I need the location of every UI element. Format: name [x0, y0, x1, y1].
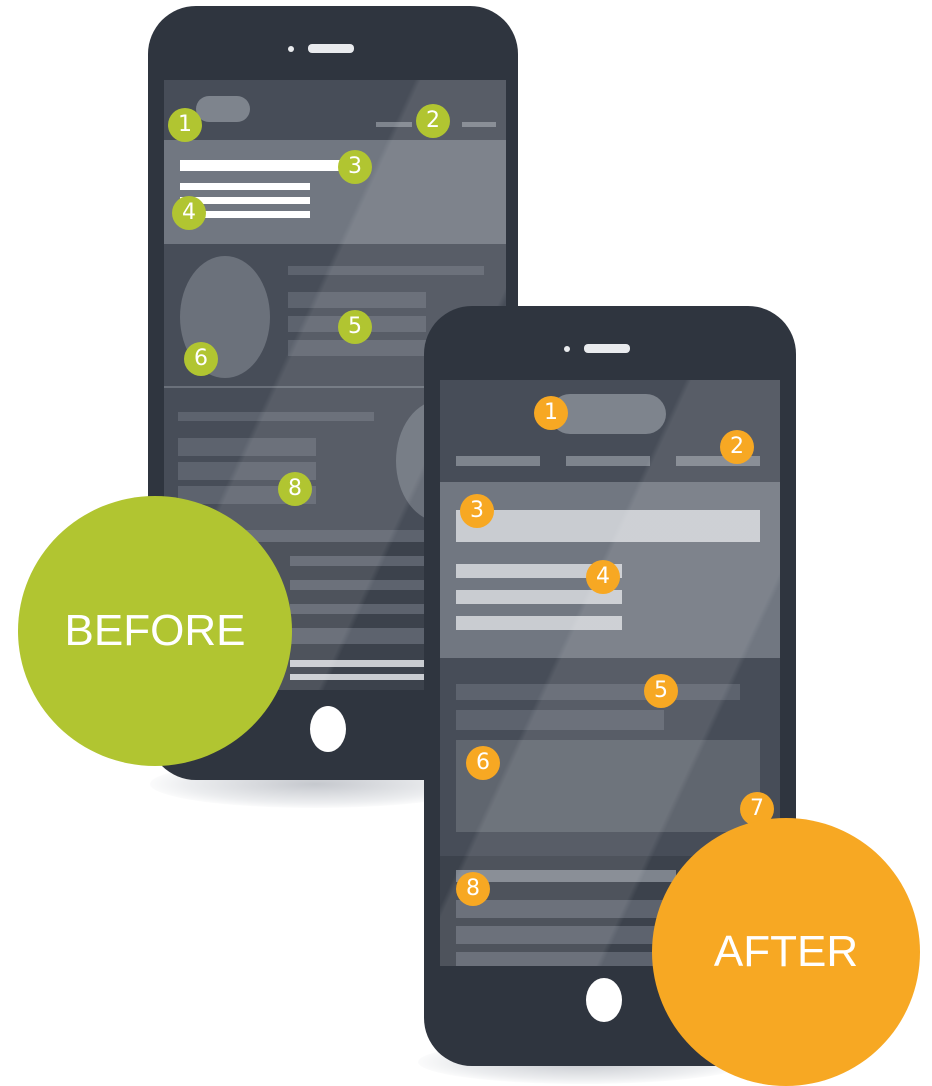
before-label: BEFORE	[18, 496, 292, 766]
hero-title-placeholder	[180, 160, 346, 171]
home-button-icon	[310, 706, 346, 752]
content-line	[178, 412, 374, 421]
footer-line	[456, 952, 676, 966]
after-badge-2: 2	[720, 430, 754, 464]
after-badge-4: 4	[586, 560, 620, 594]
before-badge-6: 6	[184, 342, 218, 376]
home-button-icon	[586, 978, 622, 1022]
after-label: AFTER	[652, 818, 920, 1086]
camera-icon	[288, 46, 294, 52]
camera-icon	[564, 346, 570, 352]
after-badge-8: 8	[456, 872, 490, 906]
content-line	[456, 710, 664, 730]
logo-placeholder	[196, 96, 250, 122]
nav-placeholder	[456, 456, 540, 466]
content-line	[288, 266, 484, 275]
hero-title-placeholder	[456, 510, 760, 542]
after-badge-1: 1	[534, 396, 568, 430]
before-badge-5: 5	[338, 310, 372, 344]
hero-text-line	[456, 616, 622, 630]
content-line	[178, 438, 316, 456]
speaker-icon	[584, 344, 630, 353]
before-badge-4: 4	[172, 196, 206, 230]
before-badge-8: 8	[278, 472, 312, 506]
footer-line	[456, 870, 676, 882]
content-line	[288, 292, 426, 308]
footer-line	[456, 900, 676, 918]
footer-line	[456, 926, 676, 944]
after-badge-3: 3	[460, 494, 494, 528]
after-badge-6: 6	[466, 746, 500, 780]
speaker-icon	[308, 44, 354, 53]
hero-section	[164, 140, 506, 244]
nav-placeholder-right	[462, 122, 496, 127]
before-badge-3: 3	[338, 150, 372, 184]
before-badge-2: 2	[416, 104, 450, 138]
image-placeholder	[456, 740, 760, 832]
nav-placeholder	[566, 456, 650, 466]
content-line	[456, 684, 740, 700]
nav-placeholder-left	[376, 122, 412, 127]
hero-text-line	[180, 183, 310, 190]
before-badge-1: 1	[168, 108, 202, 142]
after-badge-5: 5	[644, 674, 678, 708]
